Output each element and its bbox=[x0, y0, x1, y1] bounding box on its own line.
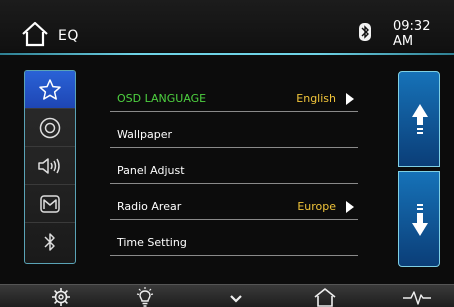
setting-value: Europe bbox=[297, 200, 336, 213]
setting-row-osd-language[interactable]: OSD LANGUAGE English bbox=[110, 76, 358, 112]
header-divider bbox=[0, 53, 454, 55]
waveform-icon[interactable] bbox=[402, 287, 432, 307]
star-icon bbox=[39, 78, 61, 100]
tab-map[interactable] bbox=[25, 185, 75, 223]
setting-row-time-setting[interactable]: Time Setting bbox=[110, 220, 358, 256]
home-icon[interactable] bbox=[20, 21, 50, 47]
setting-label: Time Setting bbox=[117, 236, 187, 249]
chevron-down-icon[interactable] bbox=[228, 287, 244, 307]
bluetooth-status-icon bbox=[359, 23, 371, 41]
disc-icon bbox=[39, 117, 61, 138]
arrow-up-icon bbox=[412, 104, 428, 134]
setting-label: Wallpaper bbox=[117, 128, 173, 141]
category-tabs bbox=[24, 70, 76, 264]
scroll-up-button[interactable] bbox=[398, 71, 440, 167]
top-bar: EQ 09:32 AM bbox=[0, 0, 454, 52]
tab-audio[interactable] bbox=[25, 147, 75, 185]
setting-row-radio-area[interactable]: Radio Arear Europe bbox=[110, 184, 358, 220]
arrow-right-icon[interactable] bbox=[346, 93, 354, 105]
setting-label: Radio Arear bbox=[117, 200, 182, 213]
page-title: EQ bbox=[58, 28, 79, 44]
arrow-down-icon bbox=[412, 204, 428, 236]
scroll-down-button[interactable] bbox=[398, 171, 440, 267]
speaker-icon bbox=[38, 157, 60, 174]
setting-label: OSD LANGUAGE bbox=[117, 92, 207, 105]
bluetooth-icon bbox=[44, 233, 55, 251]
clock: 09:32 AM bbox=[393, 19, 431, 49]
setting-row-wallpaper[interactable]: Wallpaper bbox=[110, 112, 358, 148]
setting-value: English bbox=[296, 92, 336, 105]
setting-row-panel-adjust[interactable]: Panel Adjust bbox=[110, 148, 358, 184]
arrow-right-icon[interactable] bbox=[346, 201, 354, 213]
settings-gear-icon[interactable] bbox=[51, 287, 71, 307]
tab-favorites[interactable] bbox=[25, 71, 75, 109]
map-icon bbox=[40, 194, 60, 213]
bottom-bar bbox=[0, 284, 454, 307]
tab-bluetooth[interactable] bbox=[25, 223, 75, 261]
home-icon[interactable] bbox=[313, 287, 337, 307]
light-bulb-icon[interactable] bbox=[136, 287, 154, 307]
tab-disc[interactable] bbox=[25, 109, 75, 147]
setting-label: Panel Adjust bbox=[117, 164, 185, 177]
